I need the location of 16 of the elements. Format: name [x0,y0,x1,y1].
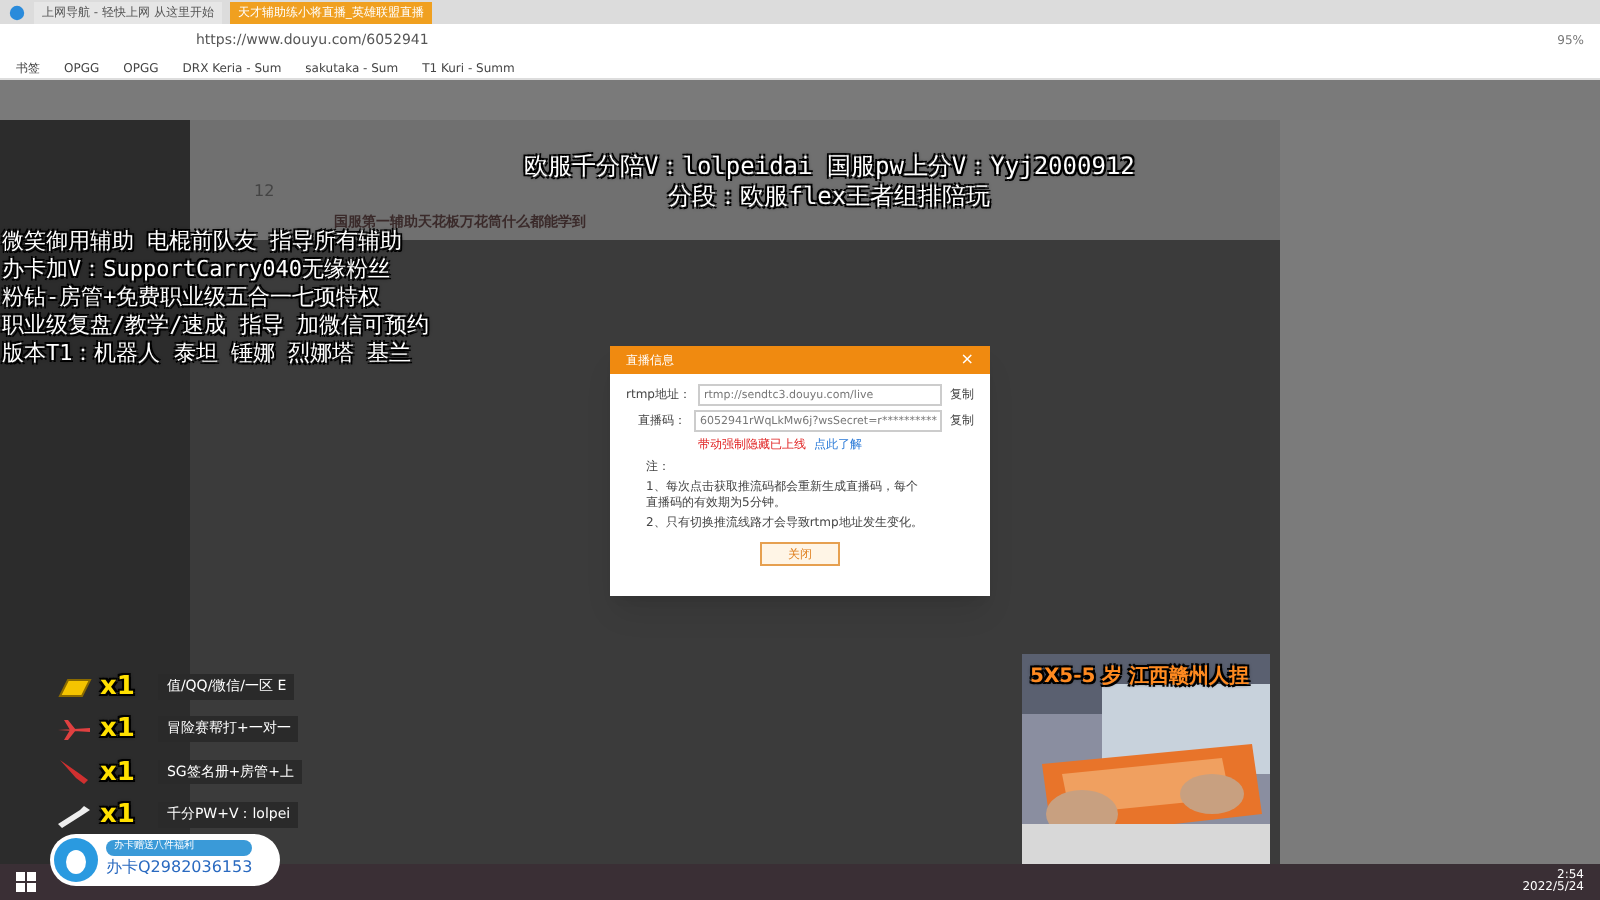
gift-count: x1 [100,759,135,785]
ingot-icon [56,675,92,699]
gift-count: x1 [100,716,135,742]
stream-caption: 欧服千分陪V：lolpeidai 国服pw上分V：Yyj2000912 [524,152,1135,182]
stream-caption: 版本T1：机器人 泰坦 锤娜 烈娜塔 基兰 [2,340,414,368]
gift-count: x1 [100,802,135,828]
qq-number: 办卡Q2982036153 [106,855,253,880]
stream-caption: 分段：欧服flex王者组排陪玩 [668,182,991,212]
webcam-caption: 5X5-5 岁 江西赣州人捏 [1030,663,1250,692]
browser-logo-icon [8,4,26,22]
stream-caption: 微笑御用辅助 电棍前队友 指导所有辅助 [2,228,403,256]
stream-caption: 办卡加V：SupportCarry040无缘粉丝 [2,256,392,284]
gift-count: x1 [100,674,135,700]
windows-start-icon[interactable] [16,872,36,892]
stream-caption: 粉钻-房管+免费职业级五合一七项特权 [2,284,383,312]
stream-caption: 职业级复盘/教学/速成 指导 加微信可预约 [2,312,429,340]
